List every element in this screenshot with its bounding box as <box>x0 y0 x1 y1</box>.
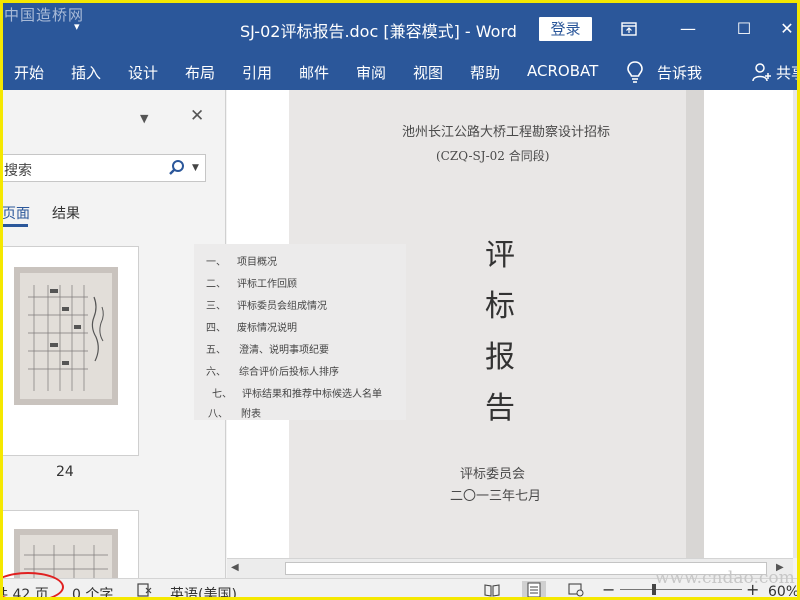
tab-layout[interactable]: 布局 <box>185 62 215 83</box>
pane-close-icon[interactable]: ✕ <box>190 106 204 126</box>
doc-header-line2: (CZQ-SJ-02 合同段) <box>436 149 550 163</box>
page-thumbnail[interactable] <box>0 246 139 456</box>
search-options-icon[interactable]: ▼ <box>192 163 199 173</box>
doc-date: 二〇一三年七月 <box>450 489 542 504</box>
quick-access-dropdown-icon[interactable]: ▾ <box>74 20 80 33</box>
doc-title-char: 告 <box>485 391 515 426</box>
navigation-pane: ▼ ✕ 搜索 ▼ 页面 结果 24 <box>0 90 226 578</box>
tell-me-box[interactable]: 告诉我 <box>657 62 702 83</box>
tab-insert[interactable]: 插入 <box>71 62 101 83</box>
tab-review[interactable]: 审阅 <box>356 62 386 83</box>
page-thumbnail[interactable] <box>0 510 139 578</box>
tab-references[interactable]: 引用 <box>242 62 272 83</box>
tab-mailings[interactable]: 邮件 <box>299 62 329 83</box>
thumbnail-image <box>14 267 118 405</box>
pane-options-dropdown-icon[interactable]: ▼ <box>140 112 148 125</box>
page-shadow-edge <box>686 90 704 558</box>
doc-title-char: 评 <box>485 238 515 273</box>
scroll-left-icon[interactable]: ◀ <box>231 562 239 573</box>
ribbon-tabs: 开始 插入 设计 布局 引用 邮件 审阅 视图 帮助 ACROBAT 告诉我 共… <box>0 56 800 90</box>
table-of-contents-image: 一、 项目概况 二、 评标工作回顾 三、 评标委员会组成情况 四、 废标情况说明 五、澄… <box>194 244 406 420</box>
document-title: SJ-02评标报告.doc [兼容模式] - Word <box>240 22 517 41</box>
lightbulb-icon <box>627 61 643 83</box>
word-count[interactable]: 0 个字 <box>72 584 113 600</box>
doc-title-char: 标 <box>485 289 515 324</box>
tab-pages[interactable]: 页面 <box>2 203 30 223</box>
active-tab-indicator <box>0 224 28 227</box>
search-input[interactable]: 搜索 ▼ <box>0 154 206 182</box>
zoom-out-button[interactable]: − <box>602 580 615 599</box>
tab-view[interactable]: 视图 <box>413 62 443 83</box>
share-button[interactable]: 共享 <box>776 62 800 83</box>
minimize-icon[interactable]: — <box>673 14 703 44</box>
proofing-icon[interactable] <box>137 583 153 597</box>
web-layout-icon[interactable] <box>568 583 584 597</box>
language-indicator[interactable]: 英语(美国) <box>170 584 237 600</box>
tab-design[interactable]: 设计 <box>128 62 158 83</box>
share-person-icon[interactable] <box>752 62 772 82</box>
print-layout-icon[interactable] <box>522 581 546 599</box>
highlight-circle-annotation <box>0 572 64 600</box>
thumbnail-image <box>14 529 118 578</box>
tab-home[interactable]: 开始 <box>14 62 44 83</box>
doc-organization: 评标委员会 <box>460 467 526 482</box>
login-button[interactable]: 登录 <box>539 17 592 41</box>
thumbnail-page-number: 24 <box>56 464 74 480</box>
maximize-icon[interactable]: ☐ <box>729 14 759 44</box>
doc-header-line1: 池州长江公路大桥工程勘察设计招标 <box>402 125 611 140</box>
tab-acrobat[interactable]: ACROBAT <box>527 62 598 80</box>
title-bar: 中国造桥网 ▾ SJ-02评标报告.doc [兼容模式] - Word 登录 —… <box>0 0 800 56</box>
close-icon[interactable]: ✕ <box>772 14 800 44</box>
tab-help[interactable]: 帮助 <box>470 62 500 83</box>
vertical-scrollbar[interactable] <box>793 90 800 558</box>
tab-results[interactable]: 结果 <box>52 203 80 223</box>
search-icon[interactable] <box>168 159 186 177</box>
doc-title-char: 报 <box>485 340 515 375</box>
zoom-slider[interactable] <box>620 589 742 590</box>
watermark-bottom: www.cndao.com <box>655 568 795 588</box>
search-placeholder: 搜索 <box>4 163 32 179</box>
ribbon-display-options-icon[interactable] <box>614 14 644 44</box>
read-mode-icon[interactable] <box>484 583 500 597</box>
watermark-top: 中国造桥网 <box>4 6 85 24</box>
